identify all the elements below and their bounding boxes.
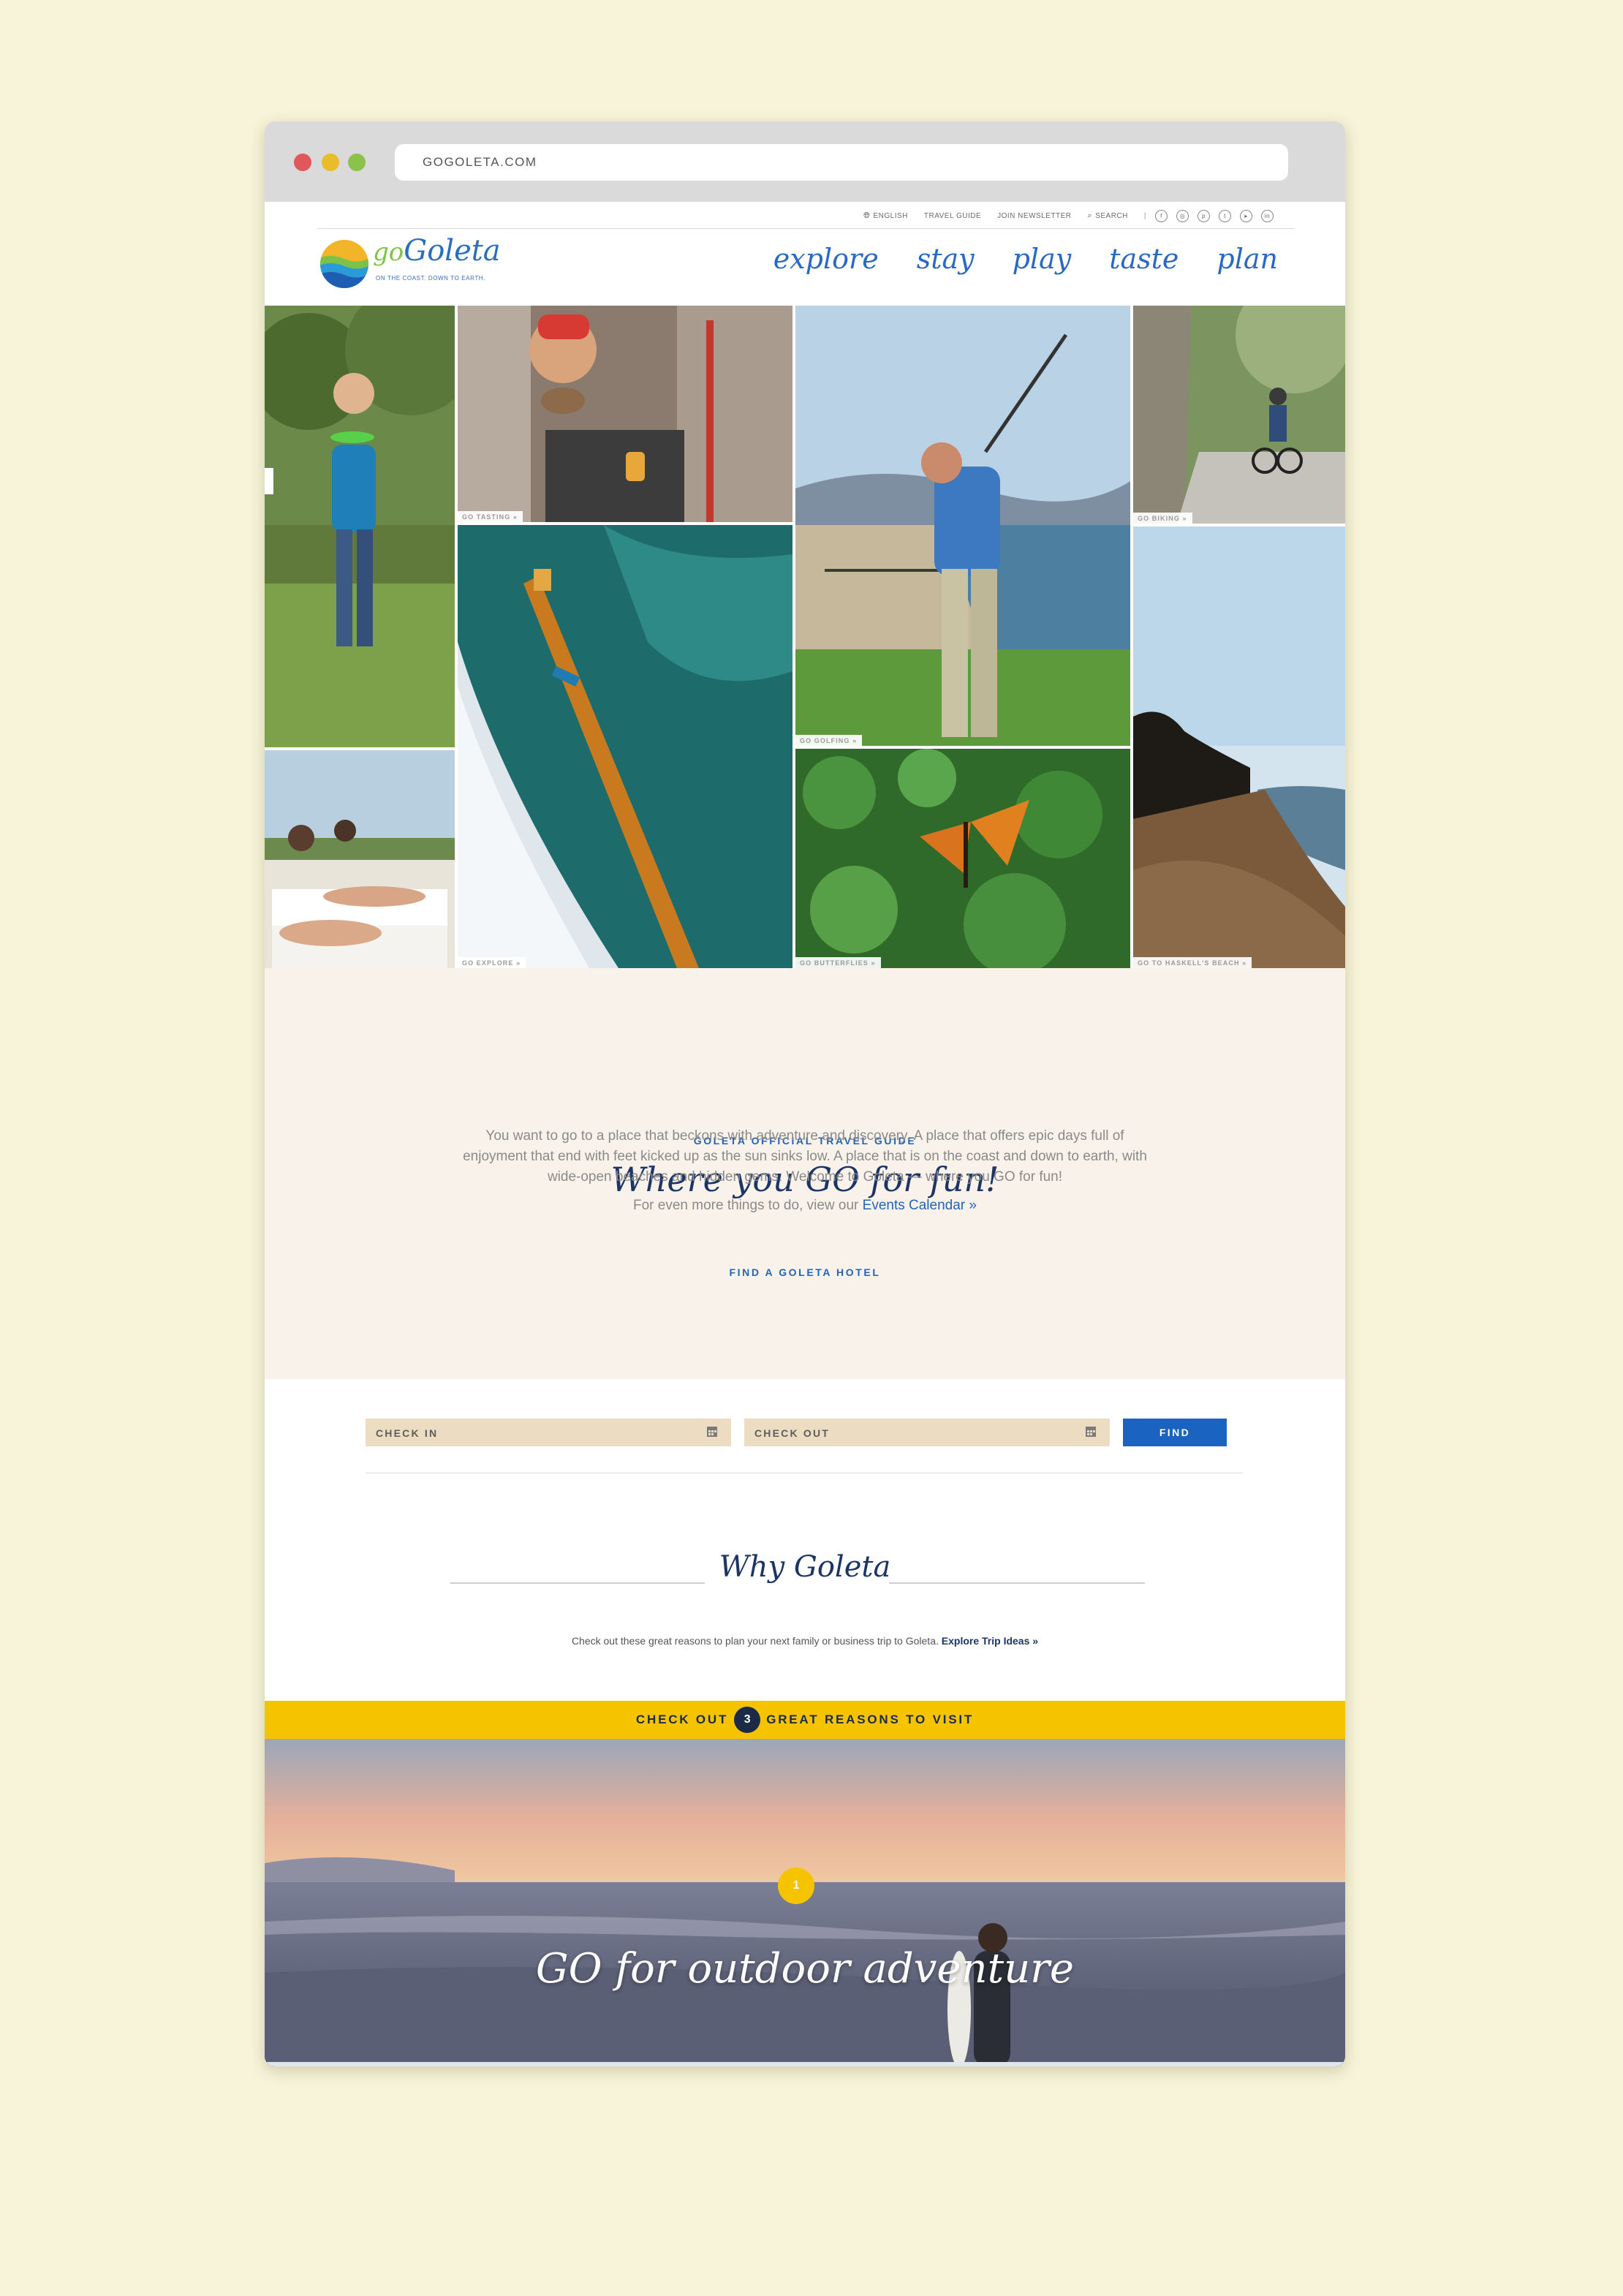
nav-plan[interactable]: plan [1217,243,1278,275]
photo-tag-tasting[interactable]: GO TASTING » [458,511,523,522]
brewery-image [458,306,792,522]
photo-spa[interactable] [265,750,455,968]
calendar-icon [707,1427,717,1437]
why-description: Check out these great reasons to plan yo… [265,1635,1345,1647]
gogoleta-logo[interactable]: goGoleta ON THE COAST. DOWN TO EARTH. [317,234,507,292]
intro-more: For even more things to do, view our Eve… [265,1198,1345,1214]
haskells-beach-image [1133,526,1345,968]
check-out-placeholder: CHECK OUT [754,1427,831,1439]
nav-taste[interactable]: taste [1109,243,1179,275]
minimize-window-button[interactable] [322,154,339,171]
maximize-window-button[interactable] [348,154,366,171]
photo-butterfly[interactable]: GO BUTTERFLIES » [795,749,1130,968]
why-title: Why Goleta [719,1550,891,1584]
slider-handle[interactable] [265,468,273,494]
search-label: SEARCH [1095,211,1128,220]
kayak-oar-image [458,525,792,968]
banner-text-after: GREAT REASONS TO VISIT [766,1712,975,1726]
linkedin-icon[interactable]: in [1261,209,1274,222]
golfing-image [795,306,1130,746]
check-out-field[interactable]: CHECK OUT [744,1419,1110,1446]
language-link[interactable]: 🌐︎ ENGLISH [863,211,908,221]
photo-haskells-beach[interactable]: GO TO HASKELL'S BEACH » [1133,526,1345,968]
photo-tag-butterflies[interactable]: GO BUTTERFLIES » [795,957,881,968]
calendar-icon [1086,1427,1096,1437]
newsletter-link[interactable]: JOIN NEWSLETTER [997,212,1071,220]
pinterest-icon[interactable]: p [1198,209,1210,222]
logo-tagline: ON THE COAST. DOWN TO EARTH. [376,275,486,282]
browser-window: GOGOLETA.COM 🌐︎ ENGLISH TRAVEL GUIDE JOI… [265,121,1345,2066]
main-nav: explore stay play taste plan [735,243,1278,275]
search-link[interactable]: ⌕ SEARCH [1088,211,1128,221]
biking-image [1133,306,1345,524]
utility-separator: | [1143,211,1146,220]
disc-golf-image [265,306,455,747]
youtube-icon[interactable]: ▸ [1240,209,1252,222]
surfer-sunset-image [265,1739,1345,2066]
spa-image [265,750,455,968]
banner-text-before: CHECK OUT [635,1712,729,1726]
reasons-count-badge: 3 [734,1707,761,1733]
twitter-icon[interactable]: t [1219,209,1231,222]
photo-tag-golfing[interactable]: GO GOLFING » [795,735,863,746]
address-bar[interactable]: GOGOLETA.COM [395,144,1288,181]
nav-play[interactable]: play [1013,243,1072,275]
nav-explore[interactable]: explore [773,243,879,275]
hero-bottom-strip [265,2062,1345,2066]
browser-chrome: GOGOLETA.COM [265,121,1345,202]
events-calendar-link[interactable]: Events Calendar » [863,1198,977,1213]
globe-icon: 🌐︎ [863,211,871,220]
travel-guide-link[interactable]: TRAVEL GUIDE [924,212,981,220]
photo-tag-biking[interactable]: GO BIKING » [1133,513,1192,524]
search-icon: ⌕ [1087,211,1093,220]
logo-go: go [373,238,404,267]
photo-golfing[interactable]: GO GOLFING » [795,306,1130,746]
photo-tag-haskells[interactable]: GO TO HASKELL'S BEACH » [1133,957,1252,968]
nav-stay[interactable]: stay [917,243,975,275]
photo-brewery[interactable]: GO TASTING » [458,306,792,522]
hotel-search-heading: FIND A GOLETA HOTEL [729,1266,881,1278]
logo-wordmark: goGoleta [373,234,501,268]
butterfly-image [795,749,1130,968]
close-window-button[interactable] [294,154,311,171]
utility-nav: 🌐︎ ENGLISH TRAVEL GUIDE JOIN NEWSLETTER … [847,208,1274,224]
logo-name: Goleta [404,234,501,268]
hero-title: GO for outdoor adventure [535,1945,1075,1993]
photo-disc-golf[interactable] [265,306,455,747]
photo-biking[interactable]: GO BIKING » [1133,306,1345,524]
hero-reason-1: 1 GO for outdoor adventure [265,1739,1345,2066]
language-label: ENGLISH [873,211,908,220]
find-hotel-button[interactable]: FIND [1123,1419,1227,1446]
reasons-banner: CHECK OUT 3 GREAT REASONS TO VISIT [265,1701,1345,1739]
logo-mark-icon [320,240,368,288]
photo-grid: GO TASTING » GO EXPLORE » GO GOLFING » G… [265,306,1345,968]
reason-number-badge: 1 [778,1868,814,1904]
check-in-field[interactable]: CHECK IN [366,1419,731,1446]
why-rule-right [889,1582,1145,1584]
intro-body: You want to go to a place that beckons w… [463,1128,1147,1185]
header-divider [317,228,1294,229]
check-in-placeholder: CHECK IN [376,1427,439,1439]
photo-kayak-oar[interactable]: GO EXPLORE » [458,525,792,968]
instagram-icon[interactable]: ◎ [1176,209,1189,222]
photo-tag-explore[interactable]: GO EXPLORE » [458,957,526,968]
url-text: GOGOLETA.COM [423,155,537,169]
explore-trip-ideas-link[interactable]: Explore Trip Ideas » [942,1635,1038,1647]
intro-more-prefix: For even more things to do, view our [633,1198,863,1213]
facebook-icon[interactable]: f [1155,209,1168,222]
why-desc-text: Check out these great reasons to plan yo… [571,1635,942,1647]
